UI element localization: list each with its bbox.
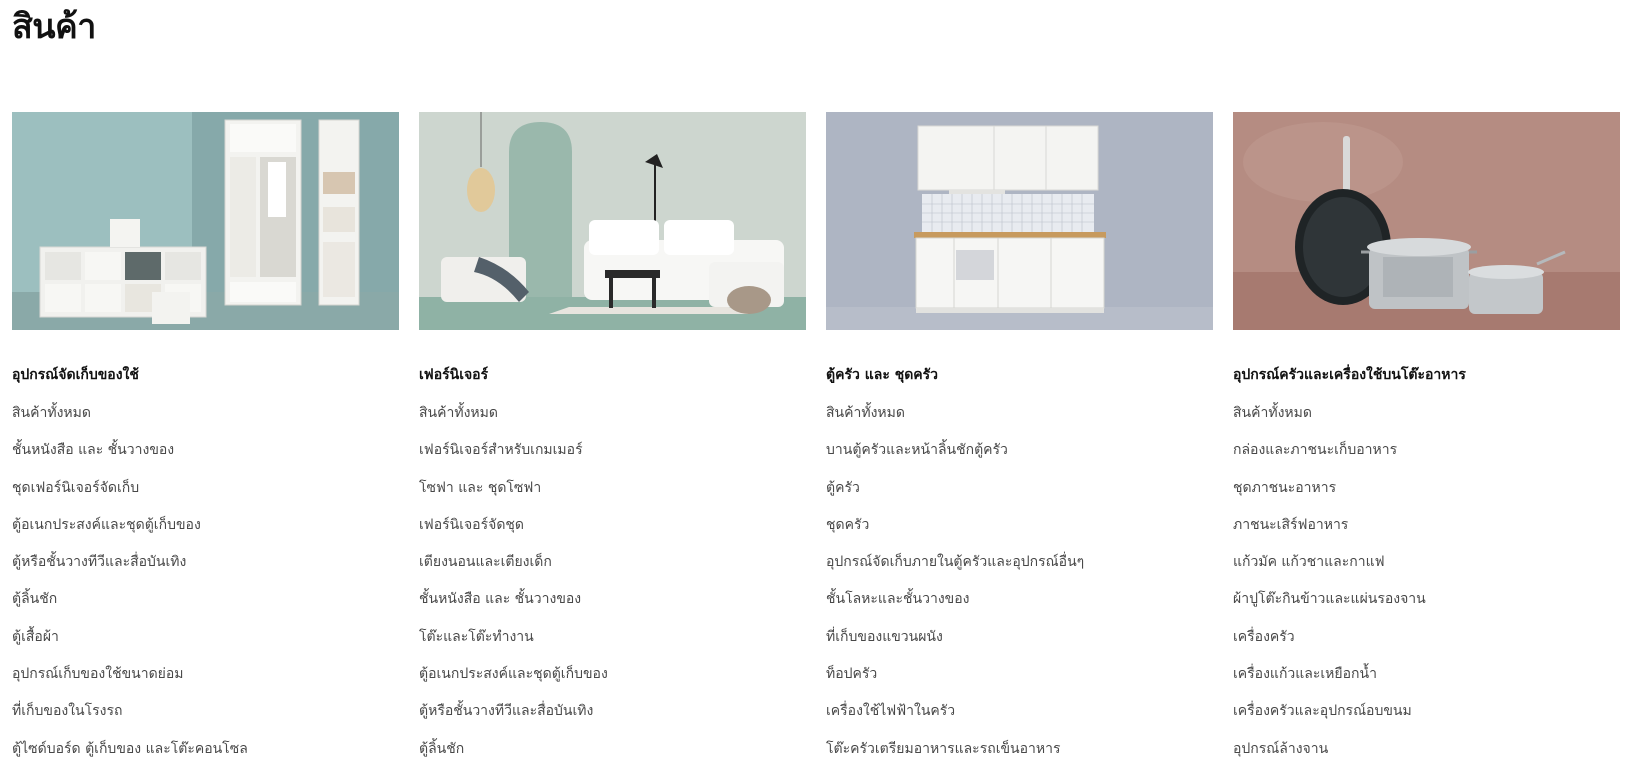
list-item[interactable]: ตู้ไซด์บอร์ด ตู้เก็บของ และโต๊ะคอนโซล — [12, 739, 399, 757]
category-link[interactable]: ตู้อเนกประสงค์และชุดตู้เก็บของ — [419, 666, 608, 682]
list-item[interactable]: ชุดเฟอร์นิเจอร์จัดเก็บ — [12, 478, 399, 515]
category-link[interactable]: เฟอร์นิเจอร์สำหรับเกมเมอร์ — [419, 442, 583, 458]
category-link[interactable]: โต๊ะครัวเตรียมอาหารและรถเข็นอาหาร — [826, 741, 1061, 757]
category-link[interactable]: ภาชนะเสิร์ฟอาหาร — [1233, 517, 1348, 533]
category-link[interactable]: สินค้าทั้งหมด — [419, 405, 498, 421]
list-item[interactable]: ชั้นโลหะและชั้นวางของ — [826, 589, 1213, 626]
list-item[interactable]: เฟอร์นิเจอร์จัดชุด — [419, 515, 806, 552]
category-link[interactable]: ชุดเฟอร์นิเจอร์จัดเก็บ — [12, 480, 139, 496]
category-link-list: สินค้าทั้งหมด กล่องและภาชนะเก็บอาหาร ชุด… — [1233, 403, 1620, 757]
list-item[interactable]: ที่เก็บของในโรงรถ — [12, 701, 399, 738]
category-link-list: สินค้าทั้งหมด ชั้นหนังสือ และ ชั้นวางของ… — [12, 403, 399, 757]
list-item[interactable]: อุปกรณ์เก็บของใช้ขนาดย่อม — [12, 664, 399, 701]
list-item[interactable]: โต๊ะครัวเตรียมอาหารและรถเข็นอาหาร — [826, 739, 1213, 757]
category-link[interactable]: ตู้เสื้อผ้า — [12, 629, 59, 645]
category-grid: อุปกรณ์จัดเก็บของใช้ สินค้าทั้งหมด ชั้นห… — [12, 112, 1620, 757]
list-item[interactable]: โซฟา และ ชุดโซฟา — [419, 478, 806, 515]
category-link-list: สินค้าทั้งหมด บานตู้ครัวและหน้าลิ้นชักตู… — [826, 403, 1213, 757]
category-cookware: อุปกรณ์ครัวและเครื่องใช้บนโต๊ะอาหาร สินค… — [1233, 112, 1620, 757]
category-link[interactable]: เครื่องแก้วและเหยือกน้ำ — [1233, 666, 1377, 682]
category-link[interactable]: ชุดภาชนะอาหาร — [1233, 480, 1336, 496]
category-link[interactable]: เครื่องครัว — [1233, 629, 1295, 645]
list-item[interactable]: ตู้ครัว — [826, 478, 1213, 515]
list-item[interactable]: ตู้หรือชั้นวางทีวีและสื่อบันเทิง — [419, 701, 806, 738]
list-item[interactable]: ตู้อเนกประสงค์และชุดตู้เก็บของ — [12, 515, 399, 552]
category-link[interactable]: สินค้าทั้งหมด — [12, 405, 91, 421]
list-item[interactable]: เครื่องครัวและอุปกรณ์อบขนม — [1233, 701, 1620, 738]
category-link[interactable]: ชั้นโลหะและชั้นวางของ — [826, 591, 970, 607]
list-item[interactable]: ตู้เสื้อผ้า — [12, 627, 399, 664]
list-item[interactable]: ชั้นหนังสือ และ ชั้นวางของ — [12, 440, 399, 477]
category-link[interactable]: เครื่องครัวและอุปกรณ์อบขนม — [1233, 703, 1412, 719]
living-room-sofa-image[interactable] — [419, 112, 806, 330]
list-item[interactable]: เฟอร์นิเจอร์สำหรับเกมเมอร์ — [419, 440, 806, 477]
cookware-pots-image[interactable] — [1233, 112, 1620, 330]
category-title: อุปกรณ์จัดเก็บของใช้ — [12, 367, 139, 383]
category-link[interactable]: สินค้าทั้งหมด — [826, 405, 905, 421]
list-item[interactable]: สินค้าทั้งหมด — [1233, 403, 1620, 440]
category-link[interactable]: ที่เก็บของแขวนผนัง — [826, 629, 943, 645]
category-link[interactable]: ชุดครัว — [826, 517, 869, 533]
category-title: อุปกรณ์ครัวและเครื่องใช้บนโต๊ะอาหาร — [1233, 367, 1466, 383]
list-item[interactable]: เตียงนอนและเตียงเด็ก — [419, 552, 806, 589]
page-title: สินค้า — [12, 7, 96, 47]
list-item[interactable]: โต๊ะและโต๊ะทำงาน — [419, 627, 806, 664]
category-link[interactable]: แก้วมัค แก้วชาและกาแฟ — [1233, 554, 1385, 570]
category-link[interactable]: เตียงนอนและเตียงเด็ก — [419, 554, 552, 570]
kitchen-cabinets-image[interactable] — [826, 112, 1213, 330]
category-link[interactable]: กล่องและภาชนะเก็บอาหาร — [1233, 442, 1397, 458]
list-item[interactable]: บานตู้ครัวและหน้าลิ้นชักตู้ครัว — [826, 440, 1213, 477]
category-kitchen: ตู้ครัว และ ชุดครัว สินค้าทั้งหมด บานตู้… — [826, 112, 1213, 757]
category-link[interactable]: โซฟา และ ชุดโซฟา — [419, 480, 541, 496]
list-item[interactable]: เครื่องแก้วและเหยือกน้ำ — [1233, 664, 1620, 701]
category-link[interactable]: เครื่องใช้ไฟฟ้าในครัว — [826, 703, 955, 719]
category-link[interactable]: ตู้อเนกประสงค์และชุดตู้เก็บของ — [12, 517, 201, 533]
list-item[interactable]: ท็อปครัว — [826, 664, 1213, 701]
list-item[interactable]: ภาชนะเสิร์ฟอาหาร — [1233, 515, 1620, 552]
category-link[interactable]: โต๊ะและโต๊ะทำงาน — [419, 629, 534, 645]
list-item[interactable]: เครื่องครัว — [1233, 627, 1620, 664]
category-link[interactable]: อุปกรณ์จัดเก็บภายในตู้ครัวและอุปกรณ์อื่น… — [826, 554, 1084, 570]
category-link[interactable]: ตู้หรือชั้นวางทีวีและสื่อบันเทิง — [12, 554, 186, 570]
category-link[interactable]: ท็อปครัว — [826, 666, 877, 682]
list-item[interactable]: ตู้หรือชั้นวางทีวีและสื่อบันเทิง — [12, 552, 399, 589]
list-item[interactable]: ชุดภาชนะอาหาร — [1233, 478, 1620, 515]
list-item[interactable]: สินค้าทั้งหมด — [12, 403, 399, 440]
list-item[interactable]: กล่องและภาชนะเก็บอาหาร — [1233, 440, 1620, 477]
list-item[interactable]: สินค้าทั้งหมด — [419, 403, 806, 440]
category-link[interactable]: บานตู้ครัวและหน้าลิ้นชักตู้ครัว — [826, 442, 1008, 458]
list-item[interactable]: ตู้ลิ้นชัก — [419, 739, 806, 757]
category-link[interactable]: อุปกรณ์เก็บของใช้ขนาดย่อม — [12, 666, 184, 682]
list-item[interactable]: ชั้นหนังสือ และ ชั้นวางของ — [419, 589, 806, 626]
list-item[interactable]: ตู้อเนกประสงค์และชุดตู้เก็บของ — [419, 664, 806, 701]
list-item[interactable]: ตู้ลิ้นชัก — [12, 589, 399, 626]
category-title: เฟอร์นิเจอร์ — [419, 367, 489, 383]
category-link[interactable]: ชั้นหนังสือ และ ชั้นวางของ — [12, 442, 174, 458]
list-item[interactable]: ที่เก็บของแขวนผนัง — [826, 627, 1213, 664]
category-link[interactable]: ตู้หรือชั้นวางทีวีและสื่อบันเทิง — [419, 703, 593, 719]
category-title: ตู้ครัว และ ชุดครัว — [826, 367, 939, 383]
list-item[interactable]: แก้วมัค แก้วชาและกาแฟ — [1233, 552, 1620, 589]
category-link[interactable]: ตู้ลิ้นชัก — [419, 741, 464, 757]
category-link[interactable]: ผ้าปูโต๊ะกินข้าวและแผ่นรองจาน — [1233, 591, 1426, 607]
category-link[interactable]: ตู้ลิ้นชัก — [12, 591, 57, 607]
category-link[interactable]: สินค้าทั้งหมด — [1233, 405, 1312, 421]
list-item[interactable]: อุปกรณ์ล้างจาน — [1233, 739, 1620, 757]
category-furniture: เฟอร์นิเจอร์ สินค้าทั้งหมด เฟอร์นิเจอร์ส… — [419, 112, 806, 757]
storage-room-image[interactable] — [12, 112, 399, 330]
list-item[interactable]: อุปกรณ์จัดเก็บภายในตู้ครัวและอุปกรณ์อื่น… — [826, 552, 1213, 589]
list-item[interactable]: ผ้าปูโต๊ะกินข้าวและแผ่นรองจาน — [1233, 589, 1620, 626]
product-categories-page: สินค้า อุปกรณ์จัดเก็บของใช้ สินค้าทั้งหม… — [0, 0, 1635, 757]
category-link[interactable]: ตู้ไซด์บอร์ด ตู้เก็บของ และโต๊ะคอนโซล — [12, 741, 248, 757]
category-link[interactable]: ที่เก็บของในโรงรถ — [12, 703, 122, 719]
category-link-list: สินค้าทั้งหมด เฟอร์นิเจอร์สำหรับเกมเมอร์… — [419, 403, 806, 757]
category-link[interactable]: ชั้นหนังสือ และ ชั้นวางของ — [419, 591, 581, 607]
category-link[interactable]: อุปกรณ์ล้างจาน — [1233, 741, 1328, 757]
list-item[interactable]: ชุดครัว — [826, 515, 1213, 552]
list-item[interactable]: เครื่องใช้ไฟฟ้าในครัว — [826, 701, 1213, 738]
category-link[interactable]: ตู้ครัว — [826, 480, 860, 496]
category-storage: อุปกรณ์จัดเก็บของใช้ สินค้าทั้งหมด ชั้นห… — [12, 112, 399, 757]
list-item[interactable]: สินค้าทั้งหมด — [826, 403, 1213, 440]
category-link[interactable]: เฟอร์นิเจอร์จัดชุด — [419, 517, 524, 533]
